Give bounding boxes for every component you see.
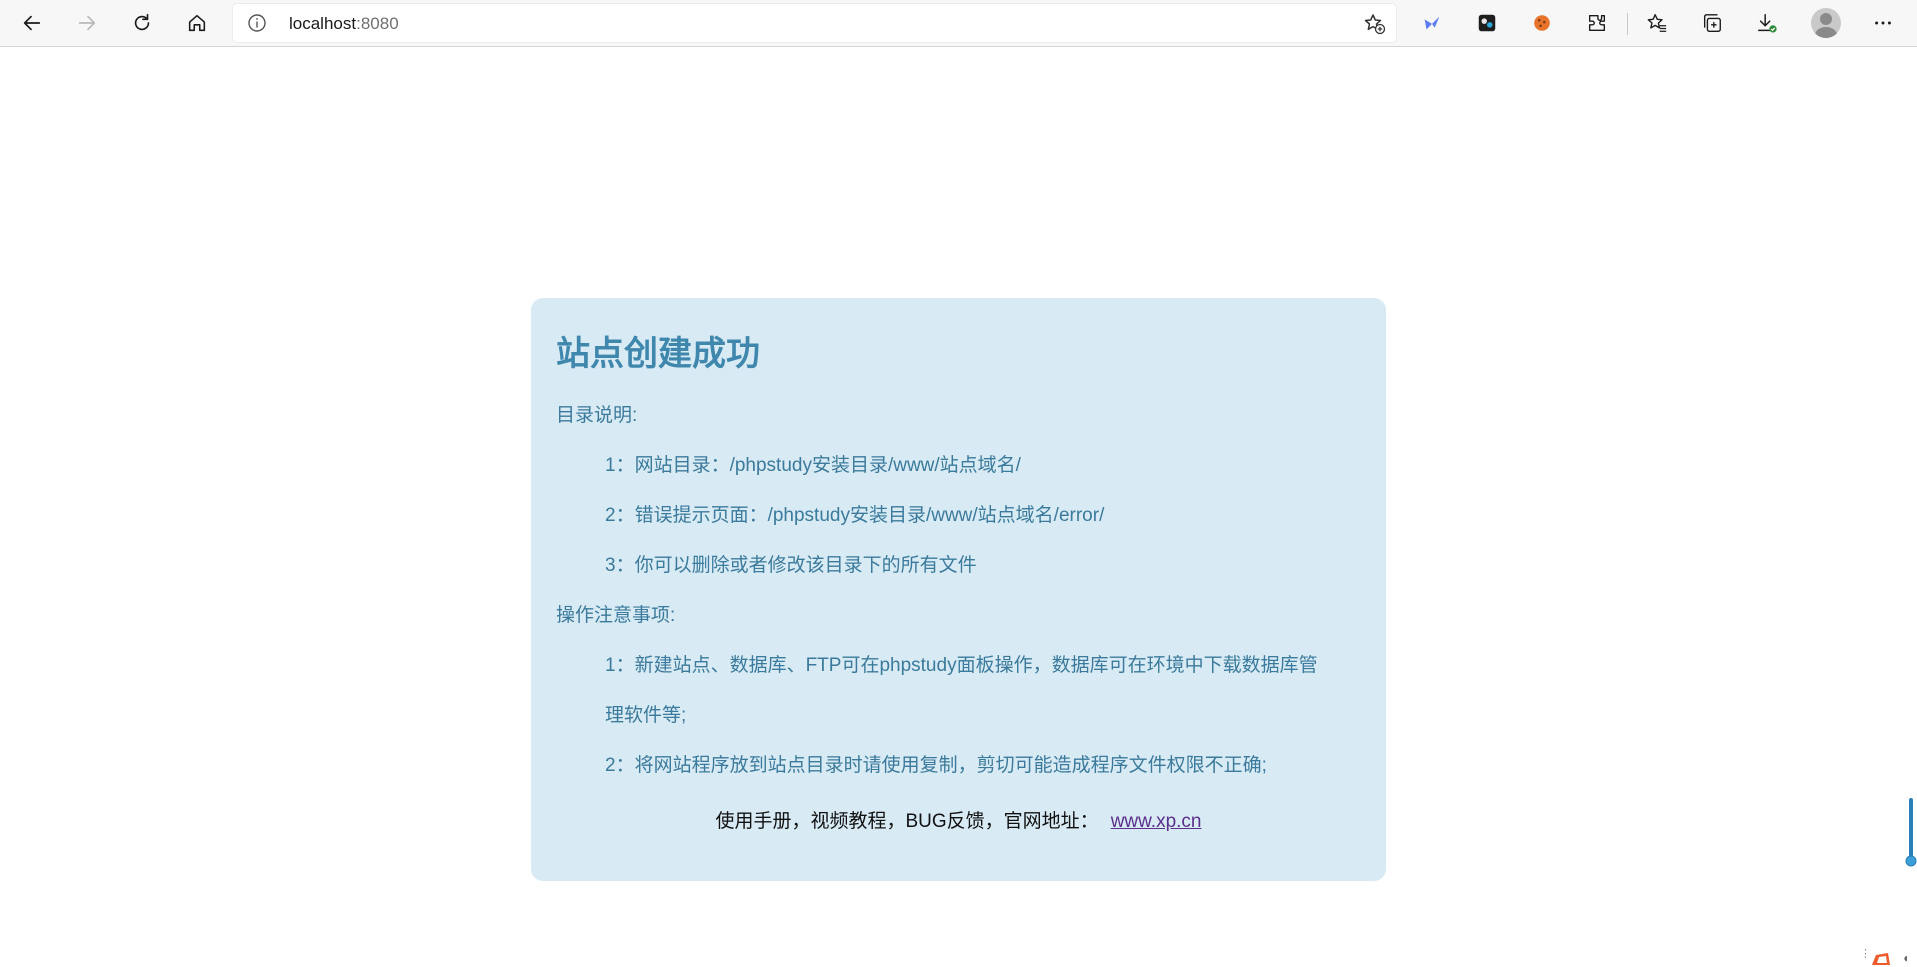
info-icon[interactable] bbox=[247, 13, 267, 33]
more-button[interactable] bbox=[1865, 6, 1901, 40]
cookie-extension-icon bbox=[1534, 15, 1550, 31]
thermometer-widget-icon[interactable] bbox=[1905, 798, 1917, 868]
favorites-icon bbox=[1647, 14, 1667, 32]
forward-arrow-icon bbox=[78, 15, 96, 31]
avatar-body bbox=[1815, 27, 1837, 38]
url-host: localhost bbox=[289, 14, 357, 33]
extension-3-button[interactable] bbox=[1524, 6, 1560, 40]
more-icon bbox=[1875, 21, 1891, 25]
corner-eye-icon: ◖ bbox=[1902, 951, 1910, 965]
notes-item-2: 2：将网站程序放到站点目录时请使用复制，剪切可能造成程序文件权限不正确; bbox=[605, 755, 1267, 776]
url-port: :8080 bbox=[356, 14, 399, 33]
downloads-button[interactable] bbox=[1749, 6, 1785, 40]
avatar-head bbox=[1820, 13, 1832, 25]
bird-extension-icon bbox=[1424, 16, 1440, 30]
notes-item-1-cont: 理软件等; bbox=[605, 705, 687, 726]
dark-square-extension-icon bbox=[1478, 14, 1496, 32]
directory-heading: 目录说明: bbox=[556, 405, 638, 426]
corner-app-icon[interactable] bbox=[1870, 950, 1892, 967]
page-title: 站点创建成功 bbox=[556, 335, 760, 373]
extensions-button[interactable] bbox=[1579, 6, 1615, 40]
address-bar[interactable]: localhost:8080 bbox=[233, 4, 1396, 42]
notes-heading: 操作注意事项: bbox=[556, 605, 676, 626]
footer-line: 使用手册，视频教程，BUG反馈，官网地址： www.xp.cn bbox=[531, 806, 1386, 833]
directory-item-1: 1：网站目录：/phpstudy安装目录/www/站点域名/ bbox=[605, 455, 1021, 476]
extension-1-button[interactable] bbox=[1414, 6, 1450, 40]
notes-item-1: 1：新建站点、数据库、FTP可在phpstudy面板操作，数据库可在环境中下载数… bbox=[605, 655, 1318, 676]
footer-text: 使用手册，视频教程，BUG反馈，官网地址： bbox=[715, 811, 1099, 832]
forward-button[interactable] bbox=[69, 6, 105, 40]
profile-icon[interactable] bbox=[1811, 8, 1841, 38]
directory-item-3: 3：你可以删除或者修改该目录下的所有文件 bbox=[605, 555, 977, 576]
back-button[interactable] bbox=[14, 6, 50, 40]
directory-item-2: 2：错误提示页面：/phpstudy安装目录/www/站点域名/error/ bbox=[605, 505, 1105, 526]
downloads-icon bbox=[1758, 14, 1777, 33]
extension-2-button[interactable] bbox=[1469, 6, 1505, 40]
success-card: 站点创建成功 目录说明: 1：网站目录：/phpstudy安装目录/www/站点… bbox=[531, 298, 1386, 881]
collections-icon bbox=[1703, 14, 1721, 32]
refresh-button[interactable] bbox=[124, 6, 160, 40]
toolbar-separator bbox=[1627, 13, 1628, 35]
refresh-icon bbox=[134, 13, 150, 31]
official-site-link[interactable]: www.xp.cn bbox=[1111, 811, 1202, 832]
home-button[interactable] bbox=[179, 6, 215, 40]
url-text[interactable]: localhost:8080 bbox=[289, 14, 399, 34]
extension-icon bbox=[1588, 14, 1606, 32]
home-icon bbox=[188, 14, 206, 32]
add-favorite-icon[interactable] bbox=[1362, 12, 1386, 36]
collections-button[interactable] bbox=[1694, 6, 1730, 40]
back-arrow-icon bbox=[23, 15, 41, 31]
browser-toolbar: localhost:8080 bbox=[0, 0, 1917, 47]
favorites-button[interactable] bbox=[1639, 6, 1675, 40]
